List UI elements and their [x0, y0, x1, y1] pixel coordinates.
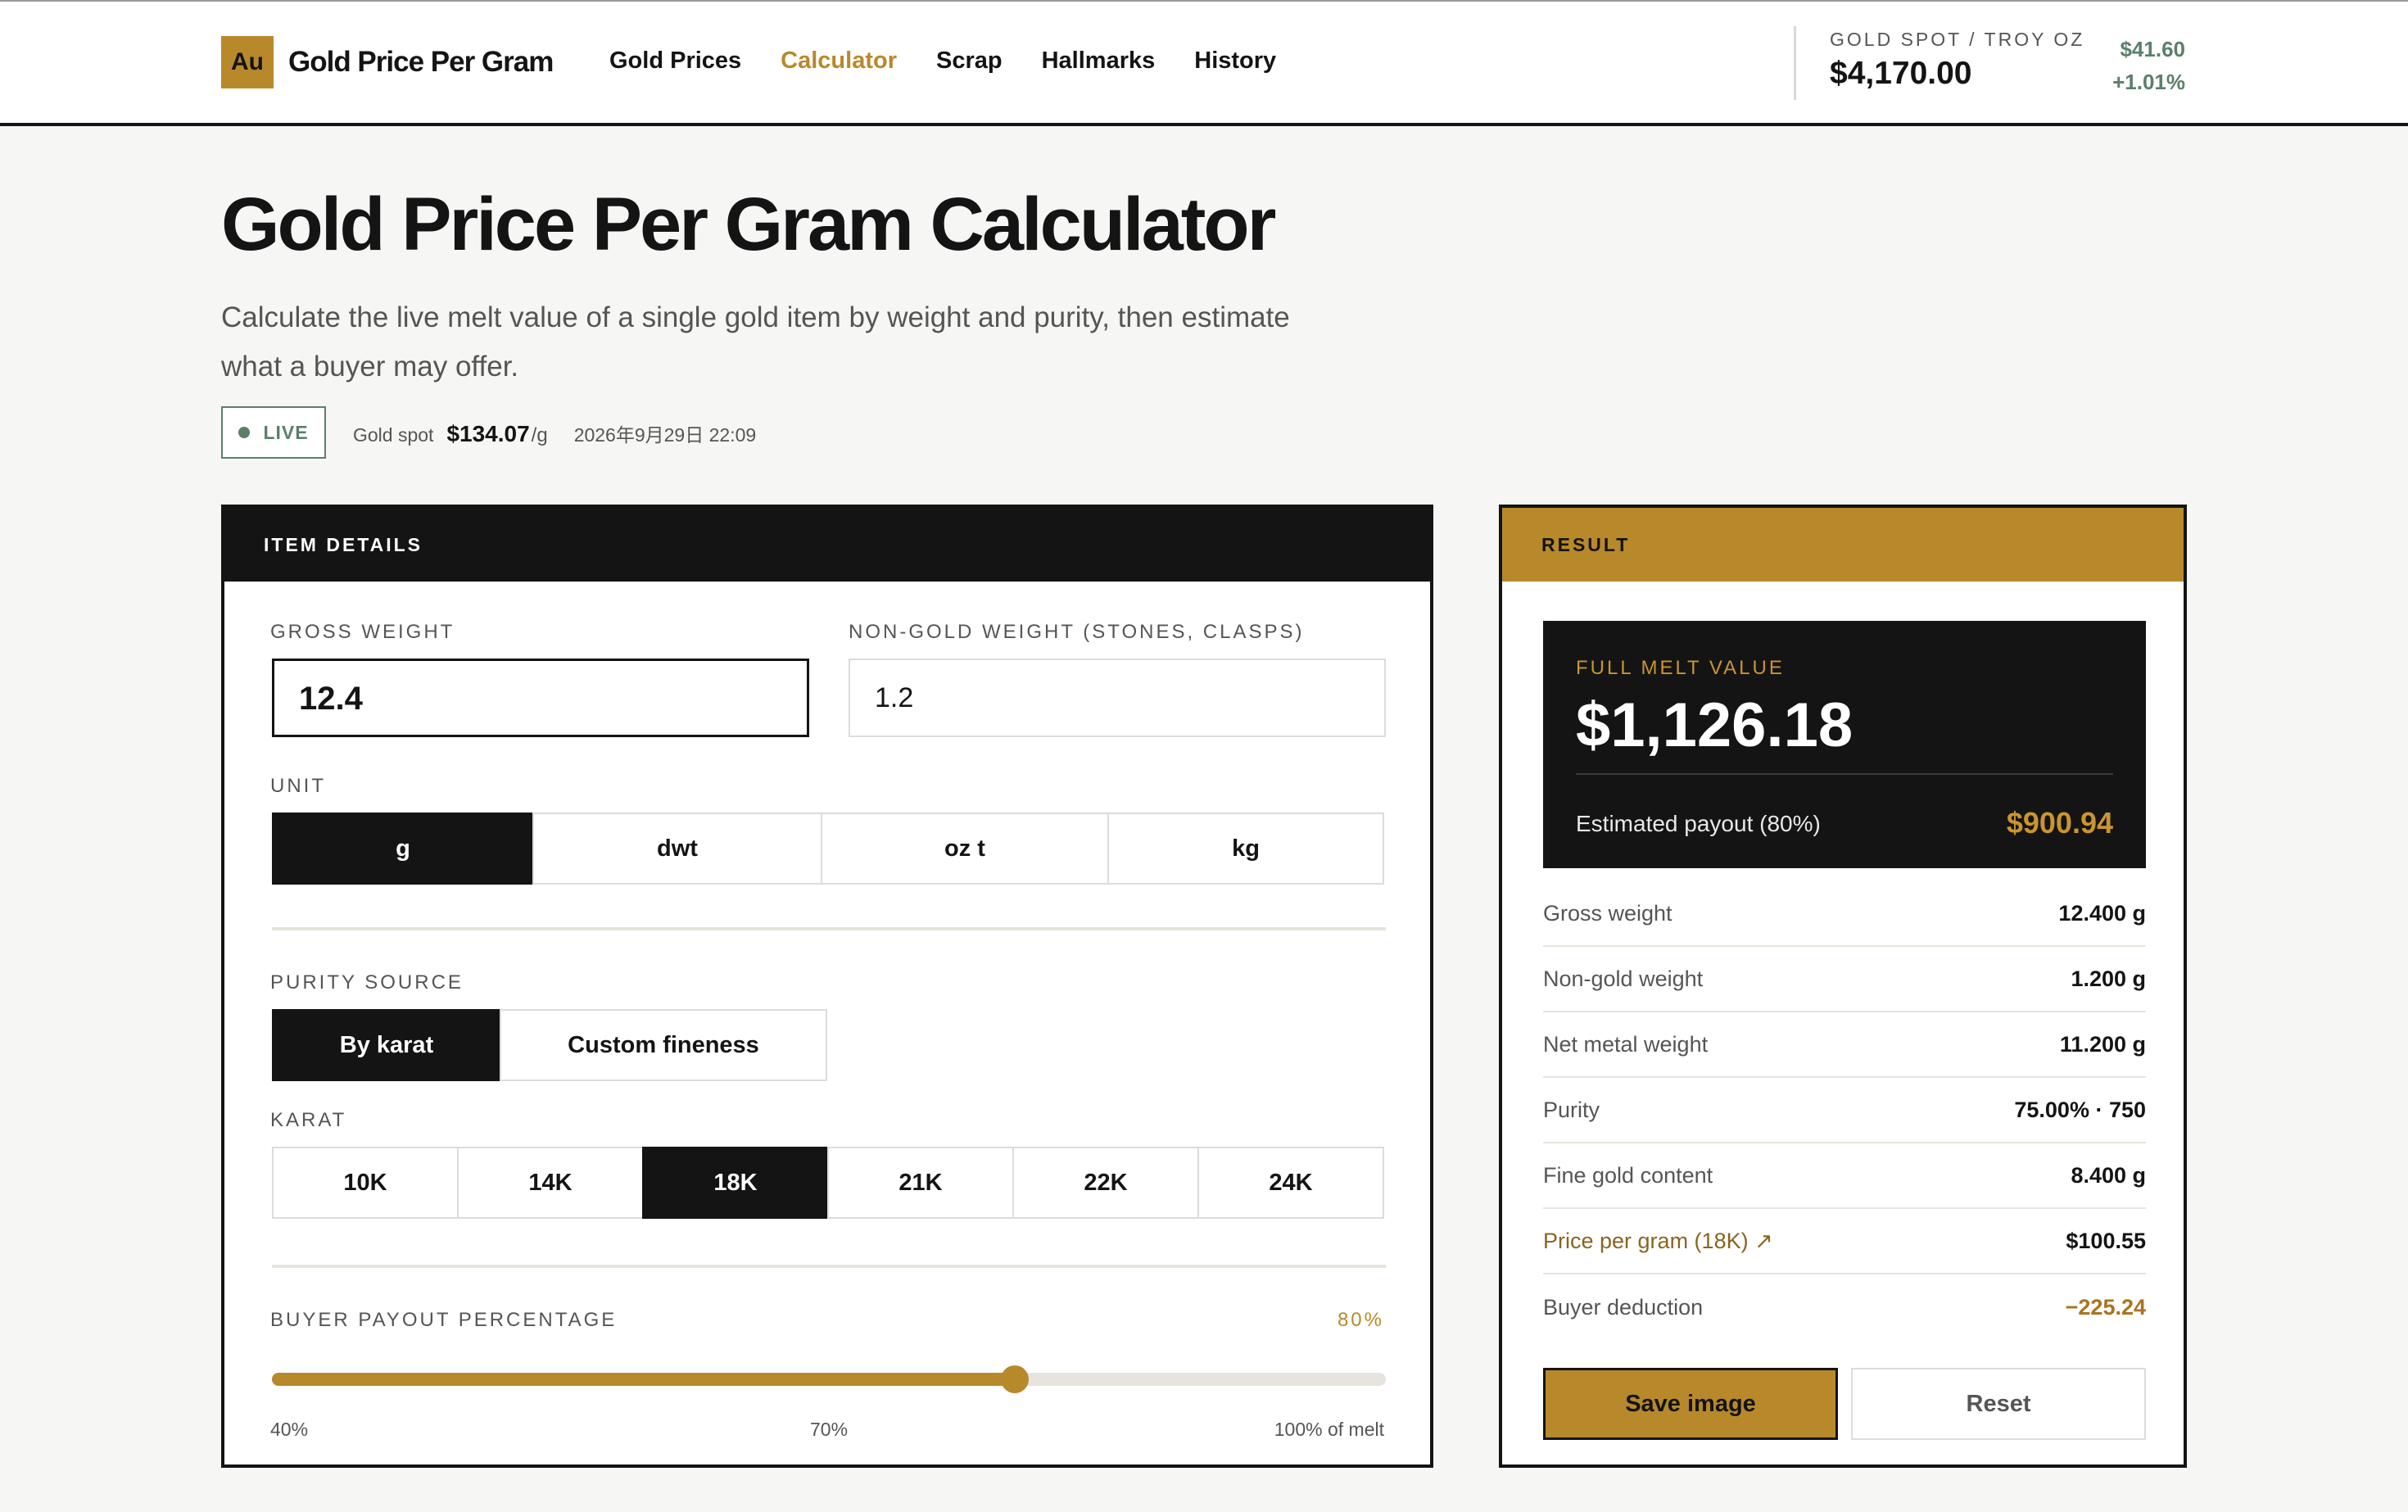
- page-title: Gold Price Per Gram Calculator: [221, 183, 1276, 266]
- result-row-price-per-gram: Price per gram (18K) ↗ $100.55: [1543, 1209, 2146, 1274]
- result-heading: RESULT: [1502, 508, 2184, 582]
- melt-value-panel: FULL MELT VALUE $1,126.18 Estimated payo…: [1543, 621, 2146, 868]
- unit-option-dwt[interactable]: dwt: [532, 813, 822, 885]
- brand-mark-icon: Au: [221, 36, 274, 88]
- melt-divider: [1576, 773, 2113, 775]
- estimated-payout-label: Estimated payout (80%): [1576, 811, 1821, 836]
- spot-per-gram: Gold spot $134.07 /g 2026年9月29日 22:09: [353, 419, 756, 447]
- payout-slider-thumb[interactable]: [1000, 1365, 1029, 1393]
- brand-logo[interactable]: Au Gold Price Per Gram: [221, 36, 554, 88]
- result-row-label: Non-gold weight: [1543, 966, 1704, 991]
- melt-value: $1,126.18: [1576, 690, 1854, 760]
- nav-scrap[interactable]: Scrap: [936, 44, 1003, 77]
- result-row-value: 12.400 g: [2058, 900, 2146, 926]
- karat-label: KARAT: [270, 1109, 347, 1131]
- payout-slider[interactable]: [272, 1365, 1386, 1393]
- unit-selector: g dwt oz t kg: [272, 813, 1384, 885]
- section-divider: [272, 927, 1386, 930]
- spot-timestamp: 2026年9月29日 22:09: [573, 424, 757, 446]
- spot-price: $4,170.00: [1830, 56, 1972, 91]
- gross-weight-input[interactable]: 12.4: [272, 659, 809, 737]
- live-badge: LIVE: [221, 406, 326, 459]
- result-row-value: −225.24: [2065, 1294, 2146, 1320]
- gross-weight-label: GROSS WEIGHT: [270, 621, 455, 643]
- karat-option-10k[interactable]: 10K: [272, 1147, 459, 1219]
- melt-value-label: FULL MELT VALUE: [1576, 657, 1785, 679]
- purity-source-selector: By karat Custom fineness: [272, 1009, 827, 1081]
- result-row-label: Fine gold content: [1543, 1162, 1713, 1188]
- result-breakdown: Gross weight 12.400 g Non-gold weight 1.…: [1543, 881, 2146, 1340]
- spot-inline-value: $134.07: [446, 421, 530, 446]
- page-description: Calculate the live melt value of a singl…: [221, 301, 1290, 383]
- result-row-value: $100.55: [2066, 1228, 2146, 1253]
- estimated-payout-value: $900.94: [2006, 806, 2113, 840]
- result-row-value: 11.200 g: [2059, 1031, 2146, 1057]
- non-gold-weight-input[interactable]: 1.2: [849, 659, 1386, 737]
- nav-calculator[interactable]: Calculator: [781, 44, 897, 77]
- result-card: RESULT FULL MELT VALUE $1,126.18 Estimat…: [1499, 505, 2187, 1468]
- karat-selector: 10K 14K 18K 21K 22K 24K: [272, 1147, 1384, 1219]
- spot-inline-unit: /g: [531, 424, 548, 446]
- result-row-label: Net metal weight: [1543, 1031, 1709, 1057]
- karat-option-22k[interactable]: 22K: [1012, 1147, 1199, 1219]
- unit-option-kg[interactable]: kg: [1107, 813, 1384, 885]
- unit-option-oz-t[interactable]: oz t: [821, 813, 1109, 885]
- purity-source-by-karat[interactable]: By karat: [272, 1009, 501, 1081]
- reset-button[interactable]: Reset: [1851, 1368, 2146, 1440]
- karat-option-14k[interactable]: 14K: [457, 1147, 644, 1219]
- karat-option-24k[interactable]: 24K: [1197, 1147, 1384, 1219]
- item-details-heading: ITEM DETAILS: [224, 508, 1430, 582]
- spot-change-abs: $41.60: [2120, 37, 2185, 61]
- result-row-value: 1.200 g: [2071, 966, 2146, 991]
- unit-label: UNIT: [270, 775, 326, 797]
- result-row-value: 8.400 g: [2071, 1162, 2146, 1188]
- spot-label: GOLD SPOT / TROY OZ: [1830, 29, 2085, 50]
- payout-slider-fill: [272, 1373, 1015, 1386]
- non-gold-weight-label: NON-GOLD WEIGHT (STONES, CLASPS): [849, 621, 1305, 643]
- top-navigation: Au Gold Price Per Gram Gold Prices Calcu…: [0, 0, 2408, 126]
- item-details-card: ITEM DETAILS GROSS WEIGHT 12.4 NON-GOLD …: [221, 505, 1433, 1468]
- result-row-buyer-deduction: Buyer deduction −225.24: [1543, 1274, 2146, 1340]
- result-row-fine-gold: Fine gold content 8.400 g: [1543, 1143, 2146, 1209]
- brand-name: Gold Price Per Gram: [288, 46, 554, 78]
- karat-option-21k[interactable]: 21K: [827, 1147, 1014, 1219]
- live-label: LIVE: [263, 421, 309, 443]
- result-row-label: Purity: [1543, 1097, 1600, 1122]
- section-divider: [272, 1265, 1386, 1268]
- purity-source-label: PURITY SOURCE: [270, 971, 464, 994]
- result-row-label: Gross weight: [1543, 900, 1672, 926]
- purity-source-custom-fineness[interactable]: Custom fineness: [500, 1009, 827, 1081]
- karat-option-18k[interactable]: 18K: [642, 1147, 829, 1219]
- payout-percentage-value: 80%: [1337, 1309, 1384, 1331]
- result-row-non-gold-weight: Non-gold weight 1.200 g: [1543, 947, 2146, 1012]
- spot-change-pct: +1.01%: [2112, 70, 2185, 94]
- slider-tick-mid-label: 70%: [809, 1419, 849, 1440]
- spot-change: $41.60 +1.01%: [2112, 33, 2185, 98]
- result-row-label: Buyer deduction: [1543, 1294, 1704, 1320]
- price-per-gram-link[interactable]: Price per gram (18K) ↗: [1543, 1229, 1773, 1254]
- payout-percentage-label: BUYER PAYOUT PERCENTAGE: [270, 1309, 618, 1331]
- nav-hallmarks[interactable]: Hallmarks: [1042, 44, 1156, 77]
- slider-tick-min: 40%: [270, 1419, 309, 1440]
- main-nav: Gold Prices Calculator Scrap Hallmarks H…: [609, 44, 1315, 77]
- spot-divider: [1794, 26, 1796, 100]
- nav-gold-prices[interactable]: Gold Prices: [609, 44, 741, 77]
- result-row-net-metal-weight: Net metal weight 11.200 g: [1543, 1012, 2146, 1078]
- result-row-value: 75.00% · 750: [2014, 1097, 2146, 1122]
- slider-tick-max: 100% of melt: [1274, 1419, 1384, 1440]
- live-dot-icon: [238, 427, 251, 438]
- spot-inline-label: Gold spot: [353, 424, 434, 446]
- result-row-gross-weight: Gross weight 12.400 g: [1543, 881, 2146, 947]
- save-image-button[interactable]: Save image: [1543, 1368, 1838, 1440]
- unit-option-g[interactable]: g: [272, 813, 534, 885]
- result-row-purity: Purity 75.00% · 750: [1543, 1078, 2146, 1143]
- nav-history[interactable]: History: [1194, 44, 1276, 77]
